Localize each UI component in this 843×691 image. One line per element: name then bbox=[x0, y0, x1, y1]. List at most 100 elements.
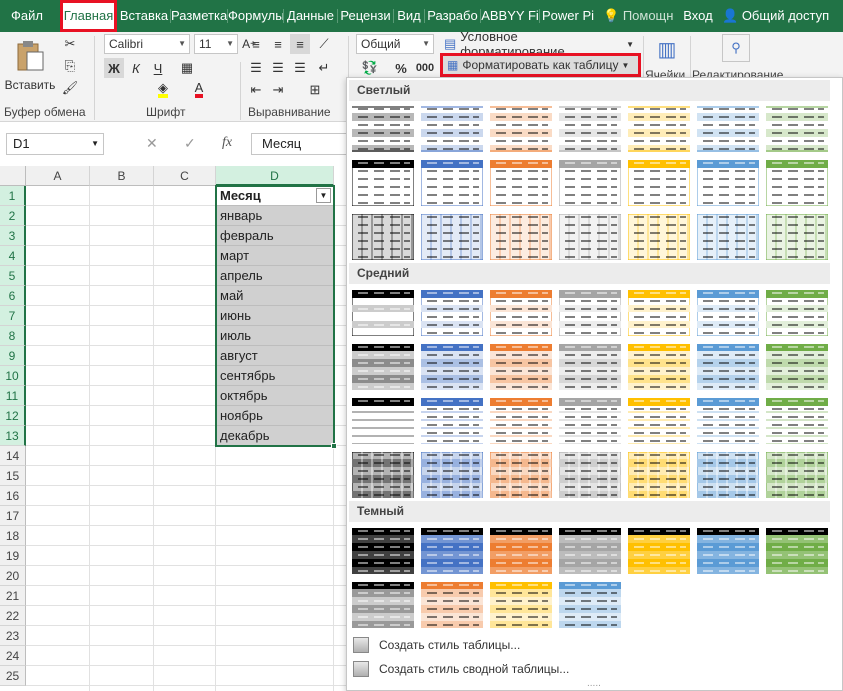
table-style-swatch[interactable] bbox=[628, 214, 690, 260]
number-format-combo[interactable]: Общий ▼ bbox=[356, 34, 434, 54]
orientation-button[interactable]: ⟋ bbox=[312, 34, 336, 54]
table-style-swatch[interactable] bbox=[490, 398, 552, 444]
copy-button[interactable]: ⎘ bbox=[58, 56, 82, 76]
row-header-19[interactable]: 19 bbox=[0, 546, 26, 566]
share-button[interactable]: 👤 Общий доступ bbox=[722, 0, 836, 32]
row-header-3[interactable]: 3 bbox=[0, 226, 26, 246]
tab-7[interactable]: Вид bbox=[394, 0, 424, 32]
table-style-swatch[interactable] bbox=[766, 214, 828, 260]
table-style-swatch[interactable] bbox=[628, 290, 690, 336]
tab-8[interactable]: Разрабо bbox=[425, 0, 480, 32]
table-style-swatch[interactable] bbox=[352, 582, 414, 628]
tab-1[interactable]: Главная bbox=[60, 0, 117, 32]
italic-button[interactable]: К bbox=[126, 58, 146, 78]
table-style-swatch[interactable] bbox=[766, 290, 828, 336]
row-header-24[interactable]: 24 bbox=[0, 646, 26, 666]
row-header-14[interactable]: 14 bbox=[0, 446, 26, 466]
row-header-21[interactable]: 21 bbox=[0, 586, 26, 606]
align-left-button[interactable]: ☰ bbox=[246, 58, 266, 78]
table-style-swatch[interactable] bbox=[697, 160, 759, 206]
column-header-A[interactable]: A bbox=[26, 166, 90, 186]
thousands-button[interactable]: 000 bbox=[412, 58, 438, 78]
table-style-swatch[interactable] bbox=[766, 452, 828, 498]
fill-color-button[interactable]: ◈ bbox=[150, 80, 176, 100]
table-style-swatch[interactable] bbox=[490, 290, 552, 336]
tab-0[interactable]: Файл bbox=[0, 0, 54, 32]
table-style-swatch[interactable] bbox=[766, 160, 828, 206]
wrap-text-button[interactable]: ↵ bbox=[312, 58, 336, 78]
row-header-13[interactable]: 13 bbox=[0, 426, 26, 446]
row-header-18[interactable]: 18 bbox=[0, 526, 26, 546]
row-header-2[interactable]: 2 bbox=[0, 206, 26, 226]
tab-2[interactable]: Вставка bbox=[118, 0, 170, 32]
percent-button[interactable]: % bbox=[392, 58, 410, 78]
new-table-style-item[interactable]: Создать стиль таблицы... bbox=[353, 634, 520, 656]
row-header-23[interactable]: 23 bbox=[0, 626, 26, 646]
table-style-swatch[interactable] bbox=[490, 106, 552, 152]
table-style-swatch[interactable] bbox=[766, 344, 828, 390]
column-header-B[interactable]: B bbox=[90, 166, 154, 186]
row-header-8[interactable]: 8 bbox=[0, 326, 26, 346]
table-style-swatch[interactable] bbox=[766, 398, 828, 444]
table-style-swatch[interactable] bbox=[421, 452, 483, 498]
table-style-swatch[interactable] bbox=[697, 290, 759, 336]
row-header-5[interactable]: 5 bbox=[0, 266, 26, 286]
fill-handle[interactable] bbox=[331, 443, 337, 449]
table-style-swatch[interactable] bbox=[490, 582, 552, 628]
row-header-6[interactable]: 6 bbox=[0, 286, 26, 306]
align-top-button[interactable]: ≡ bbox=[246, 34, 266, 54]
table-style-swatch[interactable] bbox=[352, 290, 414, 336]
table-style-swatch[interactable] bbox=[352, 452, 414, 498]
increase-indent-button[interactable]: ⇥ bbox=[268, 80, 288, 100]
login-link[interactable]: Вход bbox=[681, 0, 715, 32]
table-style-swatch[interactable] bbox=[421, 398, 483, 444]
formula-cancel-icon[interactable]: ✕ bbox=[146, 135, 158, 152]
table-style-swatch[interactable] bbox=[697, 344, 759, 390]
format-as-table-button[interactable]: ▦ Форматировать как таблицу ▼ bbox=[440, 53, 641, 77]
row-header-4[interactable]: 4 bbox=[0, 246, 26, 266]
table-style-swatch[interactable] bbox=[697, 106, 759, 152]
row-header-1[interactable]: 1 bbox=[0, 186, 26, 206]
table-style-swatch[interactable] bbox=[628, 398, 690, 444]
table-style-swatch[interactable] bbox=[352, 398, 414, 444]
table-style-swatch[interactable] bbox=[490, 214, 552, 260]
row-header-15[interactable]: 15 bbox=[0, 466, 26, 486]
resize-grip[interactable]: ..... bbox=[587, 678, 601, 689]
merge-cells-button[interactable]: ⊞ bbox=[300, 80, 330, 100]
table-style-swatch[interactable] bbox=[421, 214, 483, 260]
table-style-swatch[interactable] bbox=[766, 106, 828, 152]
align-bottom-button[interactable]: ≡ bbox=[290, 34, 310, 54]
table-style-swatch[interactable] bbox=[697, 452, 759, 498]
table-style-swatch[interactable] bbox=[352, 106, 414, 152]
table-style-swatch[interactable] bbox=[628, 452, 690, 498]
row-header-7[interactable]: 7 bbox=[0, 306, 26, 326]
table-style-swatch[interactable] bbox=[697, 398, 759, 444]
table-style-swatch[interactable] bbox=[421, 160, 483, 206]
table-style-swatch[interactable] bbox=[421, 528, 483, 574]
table-style-swatch[interactable] bbox=[490, 528, 552, 574]
tab-4[interactable]: Формулы bbox=[228, 0, 283, 32]
align-center-button[interactable]: ☰ bbox=[268, 58, 288, 78]
bold-button[interactable]: Ж bbox=[104, 58, 124, 78]
table-style-swatch[interactable] bbox=[490, 160, 552, 206]
table-style-swatch[interactable] bbox=[559, 290, 621, 336]
row-header-22[interactable]: 22 bbox=[0, 606, 26, 626]
tab-10[interactable]: Power Pi bbox=[540, 0, 596, 32]
row-header-11[interactable]: 11 bbox=[0, 386, 26, 406]
table-style-swatch[interactable] bbox=[559, 106, 621, 152]
tab-6[interactable]: Рецензи bbox=[338, 0, 393, 32]
help-tab[interactable]: 💡 Помощн bbox=[603, 0, 681, 32]
table-style-swatch[interactable] bbox=[628, 160, 690, 206]
table-style-swatch[interactable] bbox=[697, 528, 759, 574]
table-style-swatch[interactable] bbox=[628, 106, 690, 152]
cells-button[interactable]: ▥ bbox=[649, 34, 685, 64]
table-style-swatch[interactable] bbox=[490, 344, 552, 390]
column-header-D[interactable]: D bbox=[216, 166, 334, 186]
decrease-indent-button[interactable]: ⇤ bbox=[246, 80, 266, 100]
font-color-button[interactable]: A bbox=[186, 80, 212, 100]
row-header-16[interactable]: 16 bbox=[0, 486, 26, 506]
row-header-10[interactable]: 10 bbox=[0, 366, 26, 386]
table-style-swatch[interactable] bbox=[559, 398, 621, 444]
insert-function-icon[interactable]: fx bbox=[222, 135, 232, 151]
table-style-swatch[interactable] bbox=[559, 344, 621, 390]
